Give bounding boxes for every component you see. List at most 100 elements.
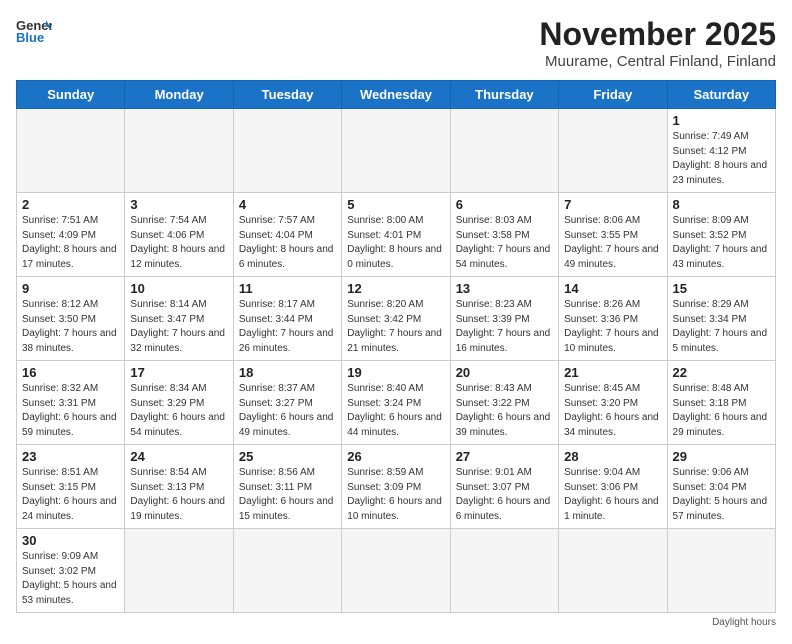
calendar-cell: 20 Sunrise: 8:43 AM Sunset: 3:22 PM Dayli… (450, 361, 558, 445)
day-number: 21 (564, 365, 661, 380)
day-info: Sunrise: 8:48 AM Sunset: 3:18 PM Dayligh… (673, 382, 770, 440)
calendar-cell: 22 Sunrise: 8:48 AM Sunset: 3:18 PM Dayli… (667, 361, 775, 445)
day-info: Sunrise: 8:29 AM Sunset: 3:34 PM Dayligh… (673, 298, 770, 356)
day-number: 14 (564, 281, 661, 296)
day-info: Sunrise: 8:32 AM Sunset: 3:31 PM Dayligh… (22, 382, 119, 440)
day-number: 12 (347, 281, 444, 296)
calendar-cell: 6 Sunrise: 8:03 AM Sunset: 3:58 PM Daylig… (450, 193, 558, 277)
day-info: Sunrise: 7:51 AM Sunset: 4:09 PM Dayligh… (22, 214, 119, 272)
day-number: 3 (130, 197, 227, 212)
svg-text:Blue: Blue (16, 30, 44, 44)
calendar-cell: 28 Sunrise: 9:04 AM Sunset: 3:06 PM Dayli… (559, 445, 667, 529)
day-number: 4 (239, 197, 336, 212)
title-block: November 2025 Muurame, Central Finland, … (539, 16, 776, 70)
calendar-row-1: 2 Sunrise: 7:51 AM Sunset: 4:09 PM Daylig… (17, 193, 776, 277)
calendar-cell: 29Sunrise: 9:06 AM Sunset: 3:04 PM Dayli… (667, 445, 775, 529)
day-number: 25 (239, 449, 336, 464)
day-number: 26 (347, 449, 444, 464)
calendar-cell: 4 Sunrise: 7:57 AM Sunset: 4:04 PM Daylig… (233, 193, 341, 277)
day-info: Sunrise: 7:49 AM Sunset: 4:12 PM Dayligh… (673, 130, 770, 188)
day-number: 9 (22, 281, 119, 296)
calendar-cell: 26 Sunrise: 8:59 AM Sunset: 3:09 PM Dayli… (342, 445, 450, 529)
calendar-row-4: 23Sunrise: 8:51 AM Sunset: 3:15 PM Dayli… (17, 445, 776, 529)
day-info: Sunrise: 8:26 AM Sunset: 3:36 PM Dayligh… (564, 298, 661, 356)
day-number: 16 (22, 365, 119, 380)
calendar-cell: 18 Sunrise: 8:37 AM Sunset: 3:27 PM Dayli… (233, 361, 341, 445)
calendar-cell: 3Sunrise: 7:54 AM Sunset: 4:06 PM Daylig… (125, 193, 233, 277)
day-number: 10 (130, 281, 227, 296)
weekday-header-wednesday: Wednesday (342, 81, 450, 109)
calendar-cell: 15 Sunrise: 8:29 AM Sunset: 3:34 PM Dayli… (667, 277, 775, 361)
calendar-row-3: 16 Sunrise: 8:32 AM Sunset: 3:31 PM Dayli… (17, 361, 776, 445)
calendar-cell: 1 Sunrise: 7:49 AM Sunset: 4:12 PM Daylig… (667, 109, 775, 193)
day-info: Sunrise: 8:00 AM Sunset: 4:01 PM Dayligh… (347, 214, 444, 272)
calendar-cell (450, 109, 558, 193)
day-number: 2 (22, 197, 119, 212)
calendar-cell (342, 109, 450, 193)
calendar-cell (342, 529, 450, 613)
day-number: 1 (673, 113, 770, 128)
day-info: Sunrise: 8:34 AM Sunset: 3:29 PM Dayligh… (130, 382, 227, 440)
day-info: Sunrise: 8:40 AM Sunset: 3:24 PM Dayligh… (347, 382, 444, 440)
calendar-cell: 16 Sunrise: 8:32 AM Sunset: 3:31 PM Dayli… (17, 361, 125, 445)
day-number: 17 (130, 365, 227, 380)
weekday-header-tuesday: Tuesday (233, 81, 341, 109)
weekday-header-saturday: Saturday (667, 81, 775, 109)
day-info: Sunrise: 8:56 AM Sunset: 3:11 PM Dayligh… (239, 466, 336, 524)
day-number: 18 (239, 365, 336, 380)
day-number: 20 (456, 365, 553, 380)
day-info: Sunrise: 8:03 AM Sunset: 3:58 PM Dayligh… (456, 214, 553, 272)
day-info: Sunrise: 8:45 AM Sunset: 3:20 PM Dayligh… (564, 382, 661, 440)
calendar-cell (559, 529, 667, 613)
calendar-cell: 10 Sunrise: 8:14 AM Sunset: 3:47 PM Dayli… (125, 277, 233, 361)
day-info: Sunrise: 8:54 AM Sunset: 3:13 PM Dayligh… (130, 466, 227, 524)
month-year-title: November 2025 (539, 16, 776, 53)
calendar-row-2: 9Sunrise: 8:12 AM Sunset: 3:50 PM Daylig… (17, 277, 776, 361)
day-number: 8 (673, 197, 770, 212)
day-info: Sunrise: 8:20 AM Sunset: 3:42 PM Dayligh… (347, 298, 444, 356)
calendar-cell (125, 529, 233, 613)
day-number: 11 (239, 281, 336, 296)
calendar-table: SundayMondayTuesdayWednesdayThursdayFrid… (16, 80, 776, 613)
calendar-cell: 21 Sunrise: 8:45 AM Sunset: 3:20 PM Dayli… (559, 361, 667, 445)
calendar-cell: 24Sunrise: 8:54 AM Sunset: 3:13 PM Dayli… (125, 445, 233, 529)
calendar-cell: 7Sunrise: 8:06 AM Sunset: 3:55 PM Daylig… (559, 193, 667, 277)
calendar-cell (559, 109, 667, 193)
logo: General Blue (16, 16, 52, 44)
day-number: 15 (673, 281, 770, 296)
daylight-hours-label: Daylight hours (712, 617, 776, 628)
page-header: General Blue November 2025 Muurame, Cent… (16, 16, 776, 70)
day-number: 29 (673, 449, 770, 464)
weekday-header-friday: Friday (559, 81, 667, 109)
calendar-cell: 5Sunrise: 8:00 AM Sunset: 4:01 PM Daylig… (342, 193, 450, 277)
day-info: Sunrise: 9:04 AM Sunset: 3:06 PM Dayligh… (564, 466, 661, 524)
day-info: Sunrise: 8:14 AM Sunset: 3:47 PM Dayligh… (130, 298, 227, 356)
calendar-cell: 19Sunrise: 8:40 AM Sunset: 3:24 PM Dayli… (342, 361, 450, 445)
day-number: 28 (564, 449, 661, 464)
calendar-cell: 30Sunrise: 9:09 AM Sunset: 3:02 PM Dayli… (17, 529, 125, 613)
day-number: 13 (456, 281, 553, 296)
day-number: 22 (673, 365, 770, 380)
calendar-cell (667, 529, 775, 613)
day-info: Sunrise: 9:09 AM Sunset: 3:02 PM Dayligh… (22, 550, 119, 608)
day-info: Sunrise: 8:43 AM Sunset: 3:22 PM Dayligh… (456, 382, 553, 440)
calendar-cell (125, 109, 233, 193)
day-number: 27 (456, 449, 553, 464)
day-info: Sunrise: 8:23 AM Sunset: 3:39 PM Dayligh… (456, 298, 553, 356)
calendar-cell: 8 Sunrise: 8:09 AM Sunset: 3:52 PM Daylig… (667, 193, 775, 277)
day-info: Sunrise: 8:09 AM Sunset: 3:52 PM Dayligh… (673, 214, 770, 272)
day-info: Sunrise: 8:51 AM Sunset: 3:15 PM Dayligh… (22, 466, 119, 524)
day-info: Sunrise: 8:37 AM Sunset: 3:27 PM Dayligh… (239, 382, 336, 440)
day-info: Sunrise: 7:57 AM Sunset: 4:04 PM Dayligh… (239, 214, 336, 272)
weekday-header-monday: Monday (125, 81, 233, 109)
day-info: Sunrise: 8:17 AM Sunset: 3:44 PM Dayligh… (239, 298, 336, 356)
calendar-cell (233, 109, 341, 193)
calendar-cell: 17 Sunrise: 8:34 AM Sunset: 3:29 PM Dayli… (125, 361, 233, 445)
calendar-cell: 13 Sunrise: 8:23 AM Sunset: 3:39 PM Dayli… (450, 277, 558, 361)
day-info: Sunrise: 8:59 AM Sunset: 3:09 PM Dayligh… (347, 466, 444, 524)
calendar-cell: 14 Sunrise: 8:26 AM Sunset: 3:36 PM Dayli… (559, 277, 667, 361)
calendar-cell (233, 529, 341, 613)
calendar-cell: 2 Sunrise: 7:51 AM Sunset: 4:09 PM Daylig… (17, 193, 125, 277)
footer: Daylight hours (16, 617, 776, 628)
day-number: 6 (456, 197, 553, 212)
